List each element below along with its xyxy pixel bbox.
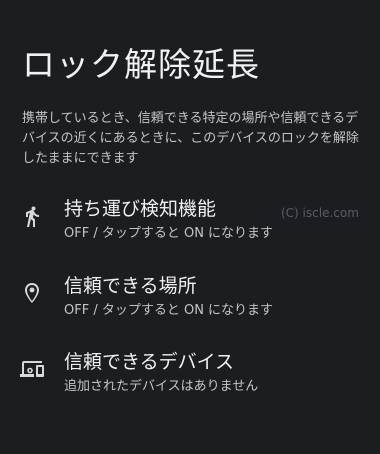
walking-person-icon [20,204,44,228]
trusted-places-title: 信頼できる場所 [64,275,197,297]
trusted-devices-summary: 追加されたデバイスはありません [64,379,259,394]
trusted-devices-title: 信頼できるデバイス [64,351,235,373]
on-body-detection-summary: OFF / タップすると ON になります [64,226,274,241]
page-title: ロック解除延長 [22,45,260,84]
trusted-places-summary: OFF / タップすると ON になります [64,303,274,318]
location-pin-icon [20,281,44,305]
on-body-detection-item[interactable]: 持ち運び検知機能 OFF / タップすると ON になります [0,186,380,250]
page-description: 携帯しているとき、信頼できる特定の場所や信頼できるデバイスの近くにあるときに、こ… [22,111,359,166]
trusted-places-item[interactable]: 信頼できる場所 OFF / タップすると ON になります [0,263,380,327]
on-body-detection-title: 持ち運び検知機能 [64,198,217,220]
trusted-devices-item[interactable]: 信頼できるデバイス 追加されたデバイスはありません [0,339,380,403]
devices-icon [20,357,44,381]
